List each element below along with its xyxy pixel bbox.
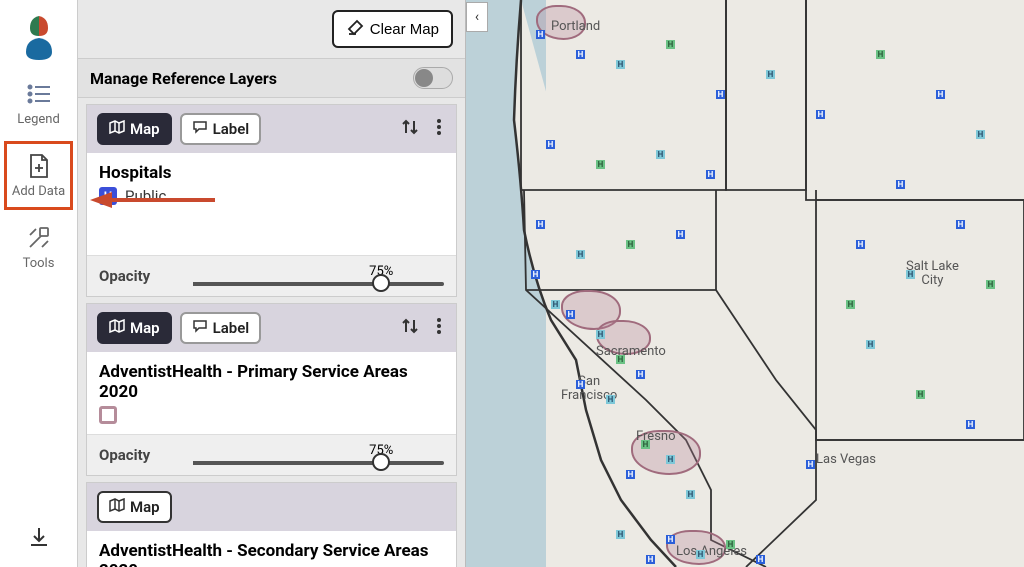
layer-swatch (99, 406, 117, 424)
more-icon[interactable] (432, 315, 446, 341)
opacity-row: Opacity 75% (87, 255, 456, 296)
list-icon (25, 80, 53, 108)
opacity-label: Opacity (99, 446, 179, 464)
nav-add-data-label: Add Data (12, 184, 65, 199)
layer-sub-label: Public (125, 187, 166, 205)
eraser-icon (346, 18, 364, 40)
label-chip-label: Label (213, 319, 250, 337)
label-chip[interactable]: Label (180, 312, 262, 344)
city-label-los-angeles: Los Angeles (676, 545, 747, 559)
panel-title: Manage Reference Layers (90, 69, 277, 88)
nav-tools[interactable]: Tools (0, 214, 77, 281)
layer-body: Hospitals H Public (87, 153, 456, 215)
layer-body: AdventistHealth - Secondary Service Area… (87, 531, 456, 567)
nav-legend[interactable]: Legend (0, 70, 77, 137)
nav-legend-label: Legend (17, 112, 60, 127)
layer-body: AdventistHealth - Primary Service Areas … (87, 352, 456, 434)
layer-title: Hospitals (99, 163, 444, 183)
sort-icon[interactable] (396, 315, 424, 341)
map-chip-label: Map (130, 319, 160, 337)
side-panel: Clear Map Manage Reference Layers Map La… (78, 0, 466, 567)
layer-card: Map Label Hospitals H Public Opacity 75% (86, 104, 457, 297)
clear-map-label: Clear Map (370, 21, 439, 38)
layer-sub: H Public (99, 187, 444, 205)
opacity-label: Opacity (99, 267, 179, 285)
layer-title: AdventistHealth - Primary Service Areas … (99, 362, 444, 402)
layer-toolbar: Map (87, 483, 456, 531)
panel-collapse-handle[interactable]: ‹ (466, 2, 488, 32)
map-chip[interactable]: Map (97, 312, 172, 344)
tools-icon (25, 224, 53, 252)
opacity-slider[interactable]: 75% (193, 445, 444, 465)
nav-rail: Legend Add Data Tools (0, 0, 78, 567)
city-label-las-vegas: Las Vegas (816, 453, 876, 467)
city-label-sacramento: Sacramento (596, 345, 666, 359)
label-chip[interactable]: Label (180, 113, 262, 145)
map-chip[interactable]: Map (97, 491, 172, 523)
chat-icon (192, 120, 208, 138)
city-label-portland: Portland (551, 20, 600, 34)
map-chip-label: Map (130, 120, 160, 138)
layer-toolbar: Map Label (87, 105, 456, 153)
nav-tools-label: Tools (23, 256, 55, 271)
add-file-icon (25, 152, 53, 180)
panel-header: Manage Reference Layers (78, 59, 465, 98)
layer-toolbar: Map Label (87, 304, 456, 352)
more-icon[interactable] (432, 116, 446, 142)
chat-icon (192, 319, 208, 337)
layers-toggle[interactable] (413, 67, 453, 89)
sort-icon[interactable] (396, 116, 424, 142)
nav-add-data[interactable]: Add Data (4, 141, 73, 210)
layer-sub (99, 406, 444, 424)
layer-card: Map AdventistHealth - Secondary Service … (86, 482, 457, 567)
map-chip[interactable]: Map (97, 113, 172, 145)
app-logo (14, 12, 64, 62)
map-chip-label: Map (130, 498, 160, 516)
label-chip-label: Label (213, 120, 250, 138)
opacity-slider[interactable]: 75% (193, 266, 444, 286)
layer-title: AdventistHealth - Secondary Service Area… (99, 541, 444, 567)
layer-swatch: H (99, 187, 117, 205)
map-icon (109, 498, 125, 516)
map-icon (109, 120, 125, 138)
panel-top-bar: Clear Map (78, 0, 465, 59)
layer-card: Map Label AdventistHealth - Primary Serv… (86, 303, 457, 476)
opacity-row: Opacity 75% (87, 434, 456, 475)
map-area[interactable]: ‹ Portland Salt Lake City Sacramento San… (466, 0, 1024, 567)
clear-map-button[interactable]: Clear Map (332, 10, 453, 48)
map-icon (109, 319, 125, 337)
download-button[interactable] (27, 511, 51, 567)
